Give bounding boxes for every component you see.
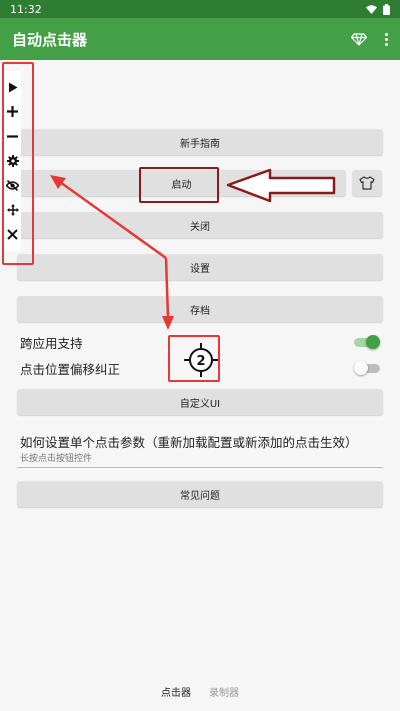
wifi-icon: [366, 4, 377, 14]
battery-icon: [383, 3, 390, 15]
close-button[interactable]: 关闭: [17, 212, 383, 238]
cross-app-toggle[interactable]: [354, 335, 380, 349]
app-title: 自动点击器: [12, 30, 88, 49]
cross-app-label: 跨应用支持: [20, 335, 83, 351]
settings-button[interactable]: 设置: [17, 254, 383, 280]
faq-button[interactable]: 常见问题: [17, 481, 383, 507]
bottom-nav: 点击器 录制器: [0, 671, 400, 711]
info-title: 如何设置单个点击参数（重新加载配置或新添加的点击生效）: [20, 435, 358, 450]
divider: [17, 467, 383, 468]
nav-clicker[interactable]: 点击器: [161, 684, 191, 699]
theme-button[interactable]: [352, 170, 382, 196]
status-icons: [366, 3, 390, 15]
start-highlight-box: [139, 167, 219, 203]
archive-button[interactable]: 存档: [17, 296, 383, 322]
more-vert-icon[interactable]: [385, 32, 388, 46]
offset-correction-toggle[interactable]: [354, 361, 380, 375]
status-bar: 11:32: [0, 0, 400, 18]
guide-button[interactable]: 新手指南: [17, 129, 383, 155]
nav-recorder[interactable]: 录制器: [209, 684, 239, 699]
info-subtitle: 长按点击按钮控件: [20, 454, 93, 464]
status-time: 11:32: [10, 2, 42, 16]
toolbar-highlight-box: [2, 62, 34, 265]
diamond-icon[interactable]: [351, 32, 367, 46]
target-highlight-box: [168, 335, 220, 382]
offset-correction-label: 点击位置偏移纠正: [20, 361, 121, 377]
shirt-icon: [359, 176, 375, 190]
app-bar: 自动点击器: [0, 18, 400, 60]
custom-ui-button[interactable]: 自定义UI: [17, 389, 383, 415]
